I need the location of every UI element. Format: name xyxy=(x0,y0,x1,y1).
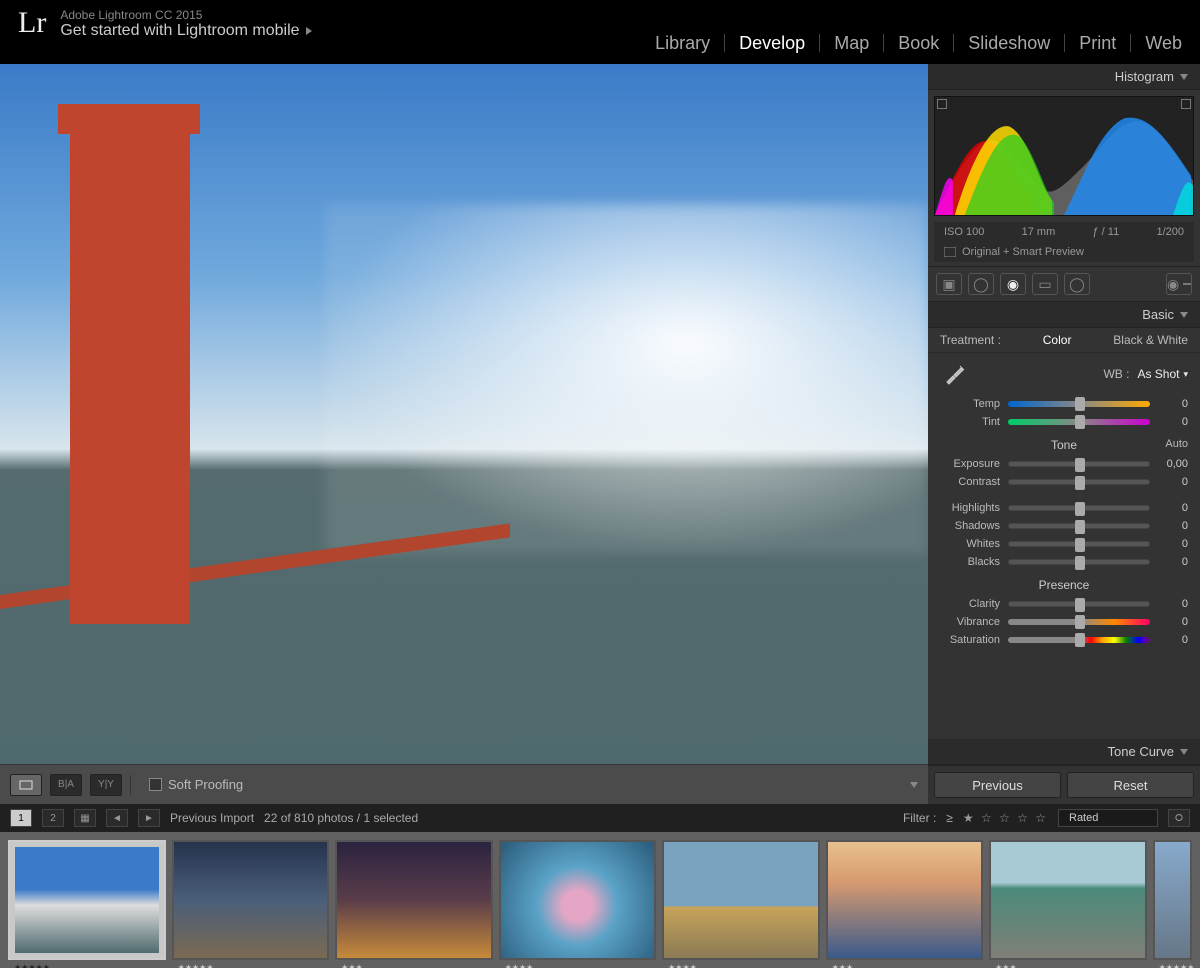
chevron-down-icon xyxy=(1180,749,1188,755)
treatment-label: Treatment : xyxy=(940,333,1001,347)
chevron-down-icon xyxy=(1180,312,1188,318)
loupe-view-button[interactable] xyxy=(10,774,42,796)
toolbar-menu-icon[interactable] xyxy=(910,782,918,788)
presence-section: Presence xyxy=(928,571,1200,595)
filter-compare[interactable]: ≥ xyxy=(946,811,953,825)
gradient-tool-icon[interactable]: ▭ xyxy=(1032,273,1058,295)
soft-proofing-toggle[interactable]: Soft Proofing xyxy=(149,777,243,792)
thumbnail[interactable]: ★★★★★ xyxy=(172,840,329,960)
filter-stars[interactable]: ★ ☆ ☆ ☆ ☆ xyxy=(963,811,1048,825)
preview-column: B|A Y|Y Soft Proofing xyxy=(0,64,928,804)
nav-prev-icon[interactable]: ◄ xyxy=(106,809,128,827)
redeye-tool-icon[interactable]: ◉ xyxy=(1000,273,1026,295)
treatment-row: Treatment : Color Black & White xyxy=(928,328,1200,353)
radial-tool-icon[interactable]: ◯ xyxy=(1064,273,1090,295)
clarity-slider[interactable]: Clarity 0 xyxy=(928,595,1200,613)
highlights-slider[interactable]: Highlights 0 xyxy=(928,499,1200,517)
module-map[interactable]: Map xyxy=(820,34,884,52)
tone-curve-header[interactable]: Tone Curve xyxy=(928,739,1200,765)
filmstrip[interactable]: ★★★★★ ★★★★★ ★★★ ★★★★ ★★★★ ★★★ ★★★ ★★★★★ xyxy=(0,832,1200,968)
crop-tool-icon[interactable]: ▣ xyxy=(936,273,962,295)
preview-toolbar: B|A Y|Y Soft Proofing xyxy=(0,764,928,804)
blacks-slider[interactable]: Blacks 0 xyxy=(928,553,1200,571)
chevron-down-icon xyxy=(1180,74,1188,80)
module-book[interactable]: Book xyxy=(884,34,954,52)
treatment-bw[interactable]: Black & White xyxy=(1113,333,1188,347)
second-window-button[interactable]: 2 xyxy=(42,809,64,827)
tint-slider[interactable]: Tint 0 xyxy=(928,413,1200,431)
thumbnail[interactable]: ★★★★★ xyxy=(8,840,166,960)
before-after-split-button[interactable]: Y|Y xyxy=(90,774,122,796)
filter-lock-icon[interactable]: ⭘ xyxy=(1168,809,1190,827)
previous-button[interactable]: Previous xyxy=(934,772,1061,798)
basic-panel: Treatment : Color Black & White WB : As … xyxy=(928,328,1200,649)
exposure-slider[interactable]: Exposure 0,00 xyxy=(928,455,1200,473)
basic-panel-header[interactable]: Basic xyxy=(928,302,1200,328)
auto-tone-button[interactable]: Auto xyxy=(1165,438,1188,450)
filter-preset-dropdown[interactable]: Rated xyxy=(1058,809,1158,827)
preview-icon xyxy=(944,247,956,257)
module-print[interactable]: Print xyxy=(1065,34,1131,52)
brush-tool-icon[interactable]: ◉ xyxy=(1166,273,1192,295)
module-library[interactable]: Library xyxy=(641,34,725,52)
loupe-preview[interactable] xyxy=(0,64,928,764)
module-slideshow[interactable]: Slideshow xyxy=(954,34,1065,52)
chevron-right-icon xyxy=(306,27,316,35)
top-bar: Lr Adobe Lightroom CC 2015 Get started w… xyxy=(0,0,1200,64)
thumbnail[interactable]: ★★★ xyxy=(335,840,492,960)
main-window-button[interactable]: 1 xyxy=(10,809,32,827)
mobile-link[interactable]: Get started with Lightroom mobile xyxy=(60,22,315,40)
spot-tool-icon[interactable]: ◯ xyxy=(968,273,994,295)
count-label: 22 of 810 photos / 1 selected xyxy=(264,811,418,825)
treatment-color[interactable]: Color xyxy=(1043,333,1072,347)
saturation-slider[interactable]: Saturation 0 xyxy=(928,631,1200,649)
wb-label: WB : xyxy=(1103,367,1129,381)
shadow-clip-icon[interactable] xyxy=(937,99,947,109)
main-area: B|A Y|Y Soft Proofing Histogram xyxy=(0,64,1200,804)
history-buttons: Previous Reset xyxy=(928,765,1200,804)
thumbnail[interactable]: ★★★★ xyxy=(662,840,819,960)
checkbox-icon xyxy=(149,778,162,791)
thumbnail[interactable]: ★★★★★ xyxy=(1153,840,1192,960)
eyedropper-icon[interactable] xyxy=(940,359,970,389)
module-web[interactable]: Web xyxy=(1131,34,1182,52)
thumbnail[interactable]: ★★★ xyxy=(989,840,1146,960)
wb-dropdown[interactable]: As Shot ▾ xyxy=(1137,367,1188,381)
module-develop[interactable]: Develop xyxy=(725,34,820,52)
secondary-toolbar: 1 2 ▦ ◄ ► Previous Import 22 of 810 phot… xyxy=(0,804,1200,832)
tone-section: Tone Auto xyxy=(928,431,1200,455)
white-balance-row: WB : As Shot ▾ xyxy=(928,353,1200,395)
source-label[interactable]: Previous Import xyxy=(170,811,254,825)
whites-slider[interactable]: Whites 0 xyxy=(928,535,1200,553)
local-tools-row: ▣ ◯ ◉ ▭ ◯ ◉ xyxy=(928,266,1200,302)
filter-label: Filter : xyxy=(903,811,936,825)
grid-view-icon[interactable]: ▦ xyxy=(74,809,96,827)
app-title-block: Adobe Lightroom CC 2015 Get started with… xyxy=(60,8,315,40)
histogram-header[interactable]: Histogram xyxy=(928,64,1200,90)
thumbnail[interactable]: ★★★★ xyxy=(499,840,656,960)
shadows-slider[interactable]: Shadows 0 xyxy=(928,517,1200,535)
develop-right-panel: Histogram ISO 100 17 mm ƒ / 11 1/200 xyxy=(928,64,1200,804)
module-picker: Library Develop Map Book Slideshow Print… xyxy=(641,8,1182,52)
thumbnail[interactable]: ★★★ xyxy=(826,840,983,960)
histogram-metadata: ISO 100 17 mm ƒ / 11 1/200 xyxy=(934,222,1194,242)
reset-button[interactable]: Reset xyxy=(1067,772,1194,798)
vibrance-slider[interactable]: Vibrance 0 xyxy=(928,613,1200,631)
app-logo: Lr xyxy=(18,8,46,38)
preview-mode-label: Original + Smart Preview xyxy=(934,242,1194,262)
highlight-clip-icon[interactable] xyxy=(1181,99,1191,109)
contrast-slider[interactable]: Contrast 0 xyxy=(928,473,1200,491)
before-after-lr-button[interactable]: B|A xyxy=(50,774,82,796)
temp-slider[interactable]: Temp 0 xyxy=(928,395,1200,413)
nav-next-icon[interactable]: ► xyxy=(138,809,160,827)
histogram-graph[interactable] xyxy=(934,96,1194,216)
app-title: Adobe Lightroom CC 2015 xyxy=(60,8,315,22)
